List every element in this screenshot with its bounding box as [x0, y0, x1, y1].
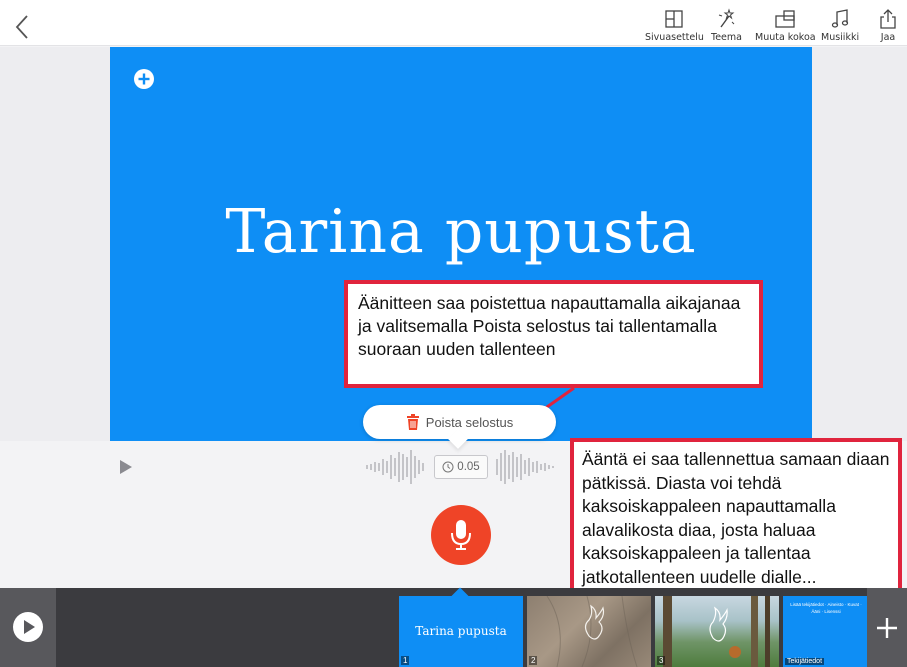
music-label: Musiikki: [821, 32, 860, 43]
stage-margin-right: [812, 47, 907, 441]
share-icon: [880, 9, 896, 29]
share-button[interactable]: Jaa: [877, 8, 899, 43]
chevron-left-icon: [15, 15, 28, 39]
thumbnail-number: 1: [401, 656, 410, 665]
play-circle-icon: [13, 612, 43, 642]
resize-button[interactable]: Muuta kokoa: [755, 8, 816, 43]
thumbnail-number: 2: [529, 656, 538, 665]
forest-rabbit-image: [663, 596, 770, 667]
annotation-duplicate-slide: Ääntä ei saa tallennettua samaan diaan p…: [570, 438, 902, 593]
record-button[interactable]: [431, 505, 491, 565]
slide-thumbnail-3[interactable]: 3: [655, 596, 779, 667]
microphone-icon: [451, 520, 471, 550]
top-toolbar: Sivuasettelu Teema Muuta kokoa Musiikki: [0, 0, 907, 46]
share-label: Jaa: [880, 32, 896, 43]
theme-label: Teema: [711, 32, 742, 43]
delete-voiceover-label: Poista selostus: [425, 414, 514, 430]
waveform-right[interactable]: [496, 449, 558, 485]
play-all-button[interactable]: [0, 588, 56, 667]
stage-margin-left: [0, 47, 110, 441]
slide-thumbnail-1[interactable]: Tarina pupusta 1: [399, 596, 523, 667]
waveform-left[interactable]: [366, 449, 428, 485]
recording-duration: 0.05: [434, 455, 488, 479]
music-note-icon: [831, 9, 849, 28]
trash-icon: [406, 413, 419, 430]
resize-label: Muuta kokoa: [755, 32, 816, 43]
resize-icon: [775, 10, 795, 28]
music-button[interactable]: Musiikki: [821, 8, 859, 43]
credits-text: Lisää tekijätiedot · Aineisto · Kuvat · …: [790, 602, 862, 614]
plus-circle-icon: [134, 69, 154, 89]
layout-button[interactable]: Sivuasettelu: [645, 8, 704, 43]
annotation-delete-recording: Äänitteen saa poistettua napauttamalla a…: [344, 280, 763, 388]
layout-icon: [665, 10, 684, 28]
delete-voiceover-button[interactable]: Poista selostus: [363, 405, 556, 439]
add-content-button[interactable]: [133, 68, 155, 90]
credits-thumbnail[interactable]: Lisää tekijätiedot · Aineisto · Kuvat · …: [783, 596, 867, 667]
magic-wand-icon: [719, 8, 735, 28]
plus-icon: [877, 617, 897, 638]
thumbnail-number: 3: [657, 656, 666, 665]
slide-thumbnail-2[interactable]: 2: [527, 596, 651, 667]
add-slide-button[interactable]: [867, 588, 907, 667]
credits-label: Tekijätiedot: [785, 658, 825, 665]
theme-button[interactable]: Teema: [711, 8, 742, 43]
thumbnail-title: Tarina pupusta: [415, 624, 507, 638]
back-button[interactable]: [12, 14, 34, 40]
clock-icon: [442, 461, 454, 473]
duration-value: 0.05: [457, 461, 480, 473]
slide-title[interactable]: Tarina pupusta: [110, 197, 812, 267]
rabbit-sketch-image: [546, 596, 638, 667]
layout-label: Sivuasettelu: [645, 32, 704, 43]
play-slide-icon[interactable]: [118, 459, 134, 475]
